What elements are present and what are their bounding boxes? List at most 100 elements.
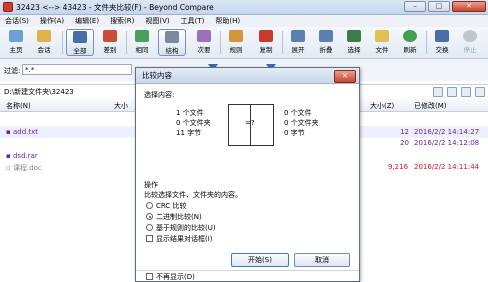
minor-icon	[197, 30, 211, 42]
session-icon	[37, 30, 51, 42]
toolbar-separator	[126, 31, 127, 54]
home-icon	[9, 30, 23, 42]
rules-radio[interactable]	[146, 224, 153, 231]
copy-label: 复制	[259, 46, 273, 54]
file-modified: 2016/2/2 14:11:44	[414, 163, 480, 171]
copy-icon	[259, 30, 273, 42]
col-modified[interactable]: 已修改(M)	[414, 101, 447, 111]
all-label: 全部	[73, 47, 87, 55]
dialog-close-button[interactable]: ✕	[334, 70, 356, 83]
maximize-button[interactable]: □	[428, 1, 450, 12]
collapse-label: 折叠	[319, 46, 333, 54]
file-modified: 2016/2/2 14:14:27	[414, 128, 480, 136]
select-label: 选择	[347, 46, 361, 54]
title-bar: 32423 <--> 43423 - 文件夹比较(F) - Beyond Com…	[0, 0, 488, 15]
expand-button[interactable]: 展开	[284, 29, 312, 56]
select-button[interactable]: 选择	[340, 29, 368, 56]
browse-icon[interactable]	[433, 87, 443, 97]
back-icon[interactable]	[447, 87, 457, 97]
dont-show-label[interactable]: 不再显示(D)	[156, 272, 195, 282]
file-size: 20	[400, 139, 409, 147]
binary-label[interactable]: 二进制比较(N)	[156, 212, 202, 222]
binary-radio[interactable]	[146, 213, 153, 220]
minimize-button[interactable]: –	[404, 1, 426, 12]
file-name: ▪ dsd.rar	[6, 152, 38, 160]
menu-search[interactable]: 搜索(R)	[110, 16, 134, 26]
app-icon	[3, 2, 13, 12]
cancel-button[interactable]: 取消	[294, 253, 350, 267]
files-label: 文件	[375, 46, 389, 54]
col-size-right[interactable]: 大小(Z)	[370, 101, 394, 111]
compare-symbol: =?	[245, 119, 255, 127]
stop-icon	[463, 30, 477, 42]
diff-icon	[103, 30, 117, 42]
show-diff-button[interactable]: 差别	[96, 29, 124, 56]
toolbar: 主页 会话 全部 差别 相同 结构 次要 规则 复制 展开 折叠 选择 文件 刷…	[0, 27, 488, 59]
rules-button[interactable]: 规则	[222, 29, 250, 56]
rules-icon	[229, 30, 243, 42]
up-folder-icon[interactable]	[475, 87, 485, 97]
crc-radio[interactable]	[146, 202, 153, 209]
minor-button[interactable]: 次要	[190, 29, 218, 56]
all-icon	[73, 31, 87, 43]
col-name[interactable]: 名称(N)	[6, 101, 31, 111]
swap-label: 交换	[435, 46, 449, 54]
toolbar-separator	[426, 31, 427, 54]
expand-label: 展开	[291, 46, 305, 54]
home-button[interactable]: 主页	[2, 29, 30, 56]
rules-label[interactable]: 基于规则的比较(U)	[156, 223, 216, 233]
show-result-checkbox[interactable]	[146, 235, 153, 242]
menu-view[interactable]: 视图(V)	[145, 16, 169, 26]
left-path[interactable]: D:\新建文件夹\32423	[4, 87, 74, 97]
file-name: ▪ add.txt	[6, 128, 39, 136]
left-byte-count: 11 字节	[176, 129, 202, 137]
crc-label[interactable]: CRC 比较	[156, 201, 187, 211]
select-section-label: 选择内容:	[144, 91, 175, 99]
menu-session[interactable]: 会话(S)	[5, 16, 29, 26]
menu-tools[interactable]: 工具(T)	[181, 16, 205, 26]
show-all-button[interactable]: 全部	[66, 29, 94, 56]
menu-help[interactable]: 帮助(H)	[215, 16, 240, 26]
close-button[interactable]: ✕	[452, 1, 486, 12]
stop-button[interactable]: 停止	[456, 29, 484, 56]
left-file-count: 1 个文件	[176, 109, 204, 117]
show-result-label[interactable]: 显示结果对话框(I)	[156, 234, 213, 244]
col-size-left[interactable]: 大小	[114, 101, 128, 111]
compare-dialog: 比较内容 ✕ 选择内容: 1 个文件 0 个文件夹 11 字节 =? 0 个文件…	[135, 67, 360, 282]
forward-icon[interactable]	[461, 87, 471, 97]
refresh-button[interactable]: 刷新	[396, 29, 424, 56]
filter-label: 过滤:	[4, 67, 21, 75]
home-label: 主页	[9, 46, 23, 54]
copy-button[interactable]: 复制	[252, 29, 280, 56]
right-file-count: 0 个文件	[284, 109, 312, 117]
expand-icon	[291, 30, 305, 42]
file-name: ▫ 课程.doc	[6, 164, 42, 172]
dont-show-checkbox[interactable]	[146, 273, 153, 280]
dialog-divider	[136, 270, 359, 271]
collapse-icon	[319, 30, 333, 42]
same-label: 相同	[135, 46, 149, 54]
filter-input[interactable]: *.*	[22, 64, 132, 75]
structure-icon	[165, 31, 179, 43]
toolbar-separator	[62, 31, 63, 54]
session-button[interactable]: 会话	[30, 29, 58, 56]
toolbar-separator	[282, 31, 283, 54]
ops-section-label: 操作	[144, 181, 158, 189]
start-button[interactable]: 开始(S)	[231, 253, 289, 267]
collapse-button[interactable]: 折叠	[312, 29, 340, 56]
swap-button[interactable]: 交换	[428, 29, 456, 56]
dialog-body: 选择内容: 1 个文件 0 个文件夹 11 字节 =? 0 个文件 0 个文件夹…	[136, 84, 359, 281]
menu-edit[interactable]: 编辑(E)	[75, 16, 99, 26]
file-name-text: 课程.doc	[12, 164, 42, 172]
stop-label: 停止	[463, 46, 477, 54]
show-same-button[interactable]: 相同	[128, 29, 156, 56]
menu-actions[interactable]: 操作(A)	[40, 16, 64, 26]
structure-button[interactable]: 结构	[158, 29, 186, 56]
diff-label: 差别	[103, 46, 117, 54]
files-button[interactable]: 文件	[368, 29, 396, 56]
file-name-text: add.txt	[12, 128, 39, 136]
refresh-label: 刷新	[403, 46, 417, 54]
refresh-icon	[403, 30, 417, 42]
ops-description: 比较选择文件、文件夹的内容。	[144, 191, 242, 199]
rules-label: 规则	[229, 46, 243, 54]
